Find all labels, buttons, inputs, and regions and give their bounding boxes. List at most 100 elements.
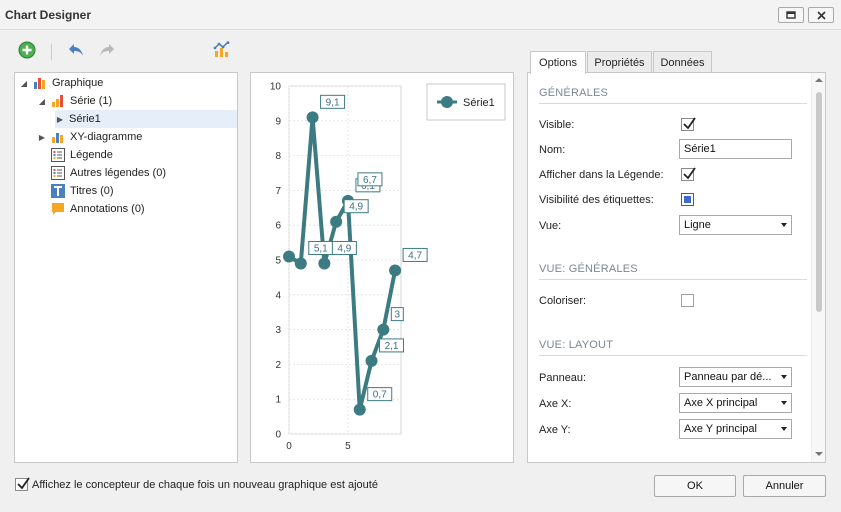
expanded-arrow-icon[interactable]: ◢ (19, 78, 29, 88)
tab-label: Données (660, 56, 705, 69)
show-in-legend-checkbox[interactable] (681, 167, 696, 181)
scroll-down-icon[interactable] (815, 452, 823, 456)
data-label: 4,9 (337, 243, 351, 254)
data-point (283, 250, 295, 263)
tree-item-graphique[interactable]: ◢ Graphique (19, 74, 237, 92)
y-tick-label: 3 (275, 325, 281, 336)
tree-item-label: Autres légendes (0) (70, 167, 166, 179)
tree-item-titles[interactable]: Titres (0) (51, 182, 237, 200)
data-label: 3 (395, 310, 401, 321)
tree-item-xy-diagram[interactable]: ▶ XY-diagramme (37, 128, 237, 146)
undo-button[interactable] (66, 40, 86, 60)
name-input[interactable]: Série1 (679, 139, 792, 159)
chart-element-tree: ◢ Graphique ◢ Série (1) ▶ Série1 ▶ XY-di… (14, 72, 238, 463)
tab-options[interactable]: Options (530, 51, 586, 74)
tree-item-legend[interactable]: Légende (51, 146, 237, 164)
tree-item-serie1[interactable]: ▶ Série1 (55, 110, 237, 128)
redo-button[interactable] (97, 40, 117, 60)
tab-properties[interactable]: Propriétés (587, 51, 652, 73)
y-tick-label: 9 (275, 116, 281, 127)
colorize-checkbox[interactable] (681, 294, 694, 307)
section-divider (539, 103, 807, 104)
add-icon (18, 41, 36, 59)
y-tick-label: 8 (275, 151, 281, 162)
scroll-thumb[interactable] (816, 92, 822, 312)
tree-item-label: Légende (70, 149, 113, 161)
name-label: Nom: (539, 144, 566, 156)
expanded-arrow-icon[interactable]: ◢ (37, 96, 47, 106)
legend-icon (51, 148, 65, 162)
tree-item-other-legends[interactable]: Autres légendes (0) (51, 164, 237, 182)
options-scrollbar[interactable] (811, 73, 825, 462)
cancel-button[interactable]: Annuler (743, 475, 826, 497)
collapsed-arrow-icon[interactable]: ▶ (37, 132, 47, 142)
legend-label: Série1 (463, 97, 495, 109)
visible-checkbox[interactable] (681, 117, 696, 131)
y-tick-label: 5 (275, 256, 281, 267)
tab-data[interactable]: Données (653, 51, 712, 73)
data-label: 5,1 (314, 243, 328, 254)
ok-button[interactable]: OK (654, 475, 736, 497)
chart-icon (33, 76, 47, 90)
tree-item-label: Série1 (69, 113, 101, 125)
data-label: 6,7 (363, 175, 377, 186)
dropdown-arrow-icon (781, 223, 787, 227)
data-point (389, 264, 402, 277)
y-tick-label: 4 (275, 290, 281, 301)
window-title: Chart Designer (5, 8, 92, 22)
close-icon (816, 10, 826, 20)
indeterminate-icon (684, 196, 691, 203)
data-label: 4,9 (349, 202, 363, 213)
data-point (318, 257, 331, 270)
chart-wizard-button[interactable] (212, 40, 232, 60)
section-divider (539, 279, 807, 280)
legend-marker (441, 96, 453, 108)
show-designer-checkbox[interactable] (15, 477, 30, 491)
axis-y-select-value: Axe Y principal (684, 423, 757, 435)
tree-item-annotations[interactable]: Annotations (0) (51, 200, 237, 218)
colorize-label: Coloriser: (539, 295, 587, 307)
view-label: Vue: (539, 220, 562, 232)
section-view-general-title: VUE: GÉNÉRALES (539, 263, 638, 275)
diagram-icon (51, 130, 65, 144)
pane-select[interactable]: Panneau par dé... (679, 367, 792, 387)
data-label: 2,1 (385, 341, 399, 352)
toolbar (0, 36, 841, 64)
axis-x-select-value: Axe X principal (684, 397, 758, 409)
labels-visibility-checkbox[interactable] (681, 193, 694, 206)
close-button[interactable] (808, 7, 834, 23)
redo-icon (100, 44, 114, 56)
tree-item-label: Titres (0) (70, 185, 114, 197)
y-tick-label: 1 (275, 395, 281, 406)
add-button[interactable] (17, 40, 37, 60)
tab-label: Propriétés (594, 56, 645, 69)
toolbar-separator (51, 44, 52, 60)
restore-icon (786, 11, 796, 19)
restore-button[interactable] (778, 7, 804, 23)
legend-icon (51, 166, 65, 180)
series-icon (51, 94, 65, 108)
x-tick-label: 0 (286, 441, 292, 452)
tree-item-series[interactable]: ◢ Série (1) (37, 92, 237, 110)
chart-wizard-icon (213, 41, 230, 57)
view-select[interactable]: Ligne (679, 215, 792, 235)
dropdown-arrow-icon (781, 427, 787, 431)
scroll-up-icon[interactable] (815, 78, 823, 82)
data-label: 9,1 (326, 97, 340, 108)
checkmark-icon (17, 477, 30, 490)
axis-y-select[interactable]: Axe Y principal (679, 419, 792, 439)
checkmark-icon (683, 167, 696, 180)
annotation-icon (51, 202, 65, 216)
axis-x-select[interactable]: Axe X principal (679, 393, 792, 413)
collapsed-arrow-icon[interactable]: ▶ (55, 114, 65, 124)
y-tick-label: 7 (275, 186, 281, 197)
data-point (330, 215, 343, 228)
y-tick-label: 10 (270, 82, 282, 93)
section-view-layout-title: VUE: LAYOUT (539, 339, 614, 351)
tree-item-label: XY-diagramme (70, 131, 143, 143)
data-label: 4,7 (408, 250, 422, 261)
dropdown-arrow-icon (781, 401, 787, 405)
tree-item-label: Annotations (0) (70, 203, 145, 215)
show-designer-option[interactable]: Affichez le concepteur de chaque fois un… (15, 477, 378, 491)
section-divider (539, 355, 807, 356)
